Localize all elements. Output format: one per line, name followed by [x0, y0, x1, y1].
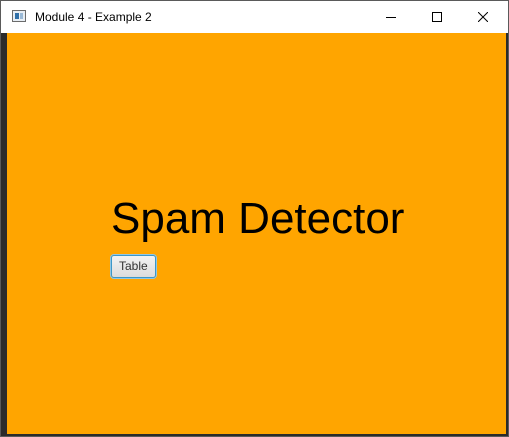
app-window: Module 4 - Example 2 Spam Detector Table	[0, 0, 509, 437]
maximize-icon	[432, 12, 442, 22]
close-button[interactable]	[460, 1, 506, 33]
minimize-icon	[386, 17, 396, 18]
window-title: Module 4 - Example 2	[35, 10, 152, 24]
app-window-icon	[12, 10, 26, 22]
maximize-button[interactable]	[414, 1, 460, 33]
close-icon	[478, 12, 488, 22]
table-button[interactable]: Table	[111, 255, 156, 278]
minimize-button[interactable]	[368, 1, 414, 33]
page-title: Spam Detector	[111, 194, 405, 243]
content-pane: Spam Detector Table	[7, 33, 506, 434]
title-bar[interactable]: Module 4 - Example 2	[1, 1, 508, 33]
